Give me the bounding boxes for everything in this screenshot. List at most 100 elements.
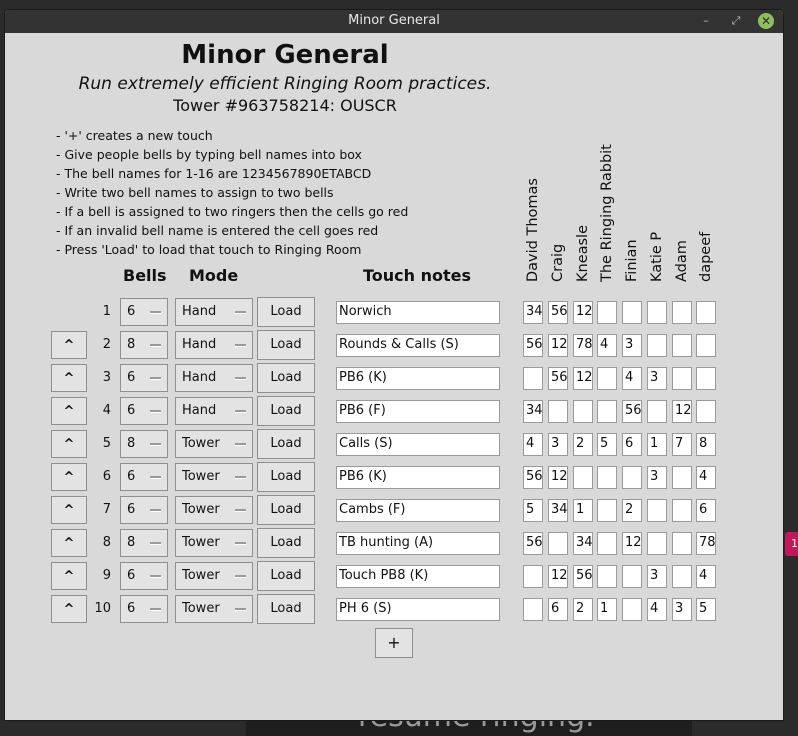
ringer-bell-input[interactable]: 3 [548, 433, 568, 456]
ringer-bell-input[interactable] [622, 565, 642, 588]
ringer-bell-input[interactable] [597, 565, 617, 588]
load-button[interactable]: Load [257, 297, 315, 327]
touch-notes-input[interactable]: Rounds & Calls (S) [336, 334, 500, 357]
move-up-button[interactable]: ^ [51, 331, 87, 359]
ringer-bell-input[interactable]: 8 [696, 433, 716, 456]
ringer-bell-input[interactable] [696, 334, 716, 357]
move-up-button[interactable]: ^ [51, 595, 87, 623]
ringer-bell-input[interactable] [672, 532, 692, 555]
ringer-bell-input[interactable]: 4 [597, 334, 617, 357]
mode-dropdown[interactable]: Tower [175, 496, 253, 524]
ringer-bell-input[interactable]: 34 [573, 532, 593, 555]
ringer-bell-input[interactable]: 4 [647, 598, 667, 621]
bells-dropdown[interactable]: 8 [120, 529, 168, 557]
ringer-bell-input[interactable] [647, 499, 667, 522]
ringer-bell-input[interactable] [597, 466, 617, 489]
close-button[interactable]: ✕ [758, 13, 774, 29]
ringer-bell-input[interactable]: 56 [523, 466, 543, 489]
ringer-bell-input[interactable] [548, 400, 568, 423]
move-up-button[interactable]: ^ [51, 496, 87, 524]
ringer-bell-input[interactable]: 56 [523, 532, 543, 555]
ringer-bell-input[interactable]: 56 [622, 400, 642, 423]
ringer-bell-input[interactable]: 78 [573, 334, 593, 357]
bells-dropdown[interactable]: 8 [120, 331, 168, 359]
ringer-bell-input[interactable]: 3 [622, 334, 642, 357]
ringer-bell-input[interactable] [548, 532, 568, 555]
ringer-bell-input[interactable]: 1 [647, 433, 667, 456]
ringer-bell-input[interactable]: 34 [548, 499, 568, 522]
ringer-bell-input[interactable] [672, 499, 692, 522]
ringer-bell-input[interactable]: 12 [548, 334, 568, 357]
ringer-bell-input[interactable]: 4 [523, 433, 543, 456]
ringer-bell-input[interactable]: 78 [696, 532, 716, 555]
ringer-bell-input[interactable]: 56 [548, 301, 568, 324]
move-up-button[interactable]: ^ [51, 562, 87, 590]
ringer-bell-input[interactable]: 3 [647, 565, 667, 588]
ringer-bell-input[interactable] [647, 301, 667, 324]
ringer-bell-input[interactable]: 12 [548, 466, 568, 489]
load-button[interactable]: Load [257, 561, 315, 591]
mode-dropdown[interactable]: Hand [175, 397, 253, 425]
bells-dropdown[interactable]: 6 [120, 397, 168, 425]
touch-notes-input[interactable]: Norwich [336, 301, 500, 324]
load-button[interactable]: Load [257, 495, 315, 525]
ringer-bell-input[interactable]: 3 [647, 367, 667, 390]
ringer-bell-input[interactable]: 2 [622, 499, 642, 522]
ringer-bell-input[interactable]: 4 [622, 367, 642, 390]
touch-notes-input[interactable]: TB hunting (A) [336, 532, 500, 555]
load-button[interactable]: Load [257, 363, 315, 393]
ringer-bell-input[interactable]: 12 [573, 301, 593, 324]
ringer-bell-input[interactable]: 34 [523, 400, 543, 423]
maximize-button[interactable]: ⤢ [728, 13, 744, 29]
touch-notes-input[interactable]: PH 6 (S) [336, 598, 500, 621]
ringer-bell-input[interactable]: 3 [647, 466, 667, 489]
ringer-bell-input[interactable]: 5 [597, 433, 617, 456]
ringer-bell-input[interactable] [597, 301, 617, 324]
ringer-bell-input[interactable] [523, 565, 543, 588]
ringer-bell-input[interactable] [597, 367, 617, 390]
load-button[interactable]: Load [257, 594, 315, 624]
bells-dropdown[interactable]: 6 [120, 298, 168, 326]
ringer-bell-input[interactable] [523, 598, 543, 621]
ringer-bell-input[interactable] [696, 367, 716, 390]
ringer-bell-input[interactable] [647, 532, 667, 555]
load-button[interactable]: Load [257, 330, 315, 360]
ringer-bell-input[interactable]: 6 [548, 598, 568, 621]
ringer-bell-input[interactable]: 2 [573, 598, 593, 621]
bells-dropdown[interactable]: 8 [120, 430, 168, 458]
touch-notes-input[interactable]: Calls (S) [336, 433, 500, 456]
mode-dropdown[interactable]: Tower [175, 463, 253, 491]
mode-dropdown[interactable]: Hand [175, 331, 253, 359]
load-button[interactable]: Load [257, 462, 315, 492]
ringer-bell-input[interactable] [597, 532, 617, 555]
ringer-bell-input[interactable] [573, 466, 593, 489]
ringer-bell-input[interactable]: 34 [523, 301, 543, 324]
ringer-bell-input[interactable]: 56 [573, 565, 593, 588]
load-button[interactable]: Load [257, 396, 315, 426]
ringer-bell-input[interactable]: 12 [573, 367, 593, 390]
ringer-bell-input[interactable]: 2 [573, 433, 593, 456]
load-button[interactable]: Load [257, 429, 315, 459]
ringer-bell-input[interactable] [647, 400, 667, 423]
mode-dropdown[interactable]: Tower [175, 430, 253, 458]
mode-dropdown[interactable]: Tower [175, 595, 253, 623]
ringer-bell-input[interactable]: 1 [597, 598, 617, 621]
mode-dropdown[interactable]: Hand [175, 364, 253, 392]
ringer-bell-input[interactable]: 7 [672, 433, 692, 456]
ringer-bell-input[interactable] [597, 400, 617, 423]
touch-notes-input[interactable]: Touch PB8 (K) [336, 565, 500, 588]
ringer-bell-input[interactable]: 12 [672, 400, 692, 423]
ringer-bell-input[interactable]: 56 [548, 367, 568, 390]
ringer-bell-input[interactable]: 6 [696, 499, 716, 522]
ringer-bell-input[interactable] [622, 598, 642, 621]
ringer-bell-input[interactable]: 3 [672, 598, 692, 621]
ringer-bell-input[interactable]: 56 [523, 334, 543, 357]
ringer-bell-input[interactable] [622, 301, 642, 324]
bells-dropdown[interactable]: 6 [120, 463, 168, 491]
move-up-button[interactable]: ^ [51, 397, 87, 425]
bells-dropdown[interactable]: 6 [120, 496, 168, 524]
mode-dropdown[interactable]: Tower [175, 529, 253, 557]
ringer-bell-input[interactable] [647, 334, 667, 357]
ringer-bell-input[interactable]: 12 [548, 565, 568, 588]
touch-notes-input[interactable]: PB6 (K) [336, 466, 500, 489]
